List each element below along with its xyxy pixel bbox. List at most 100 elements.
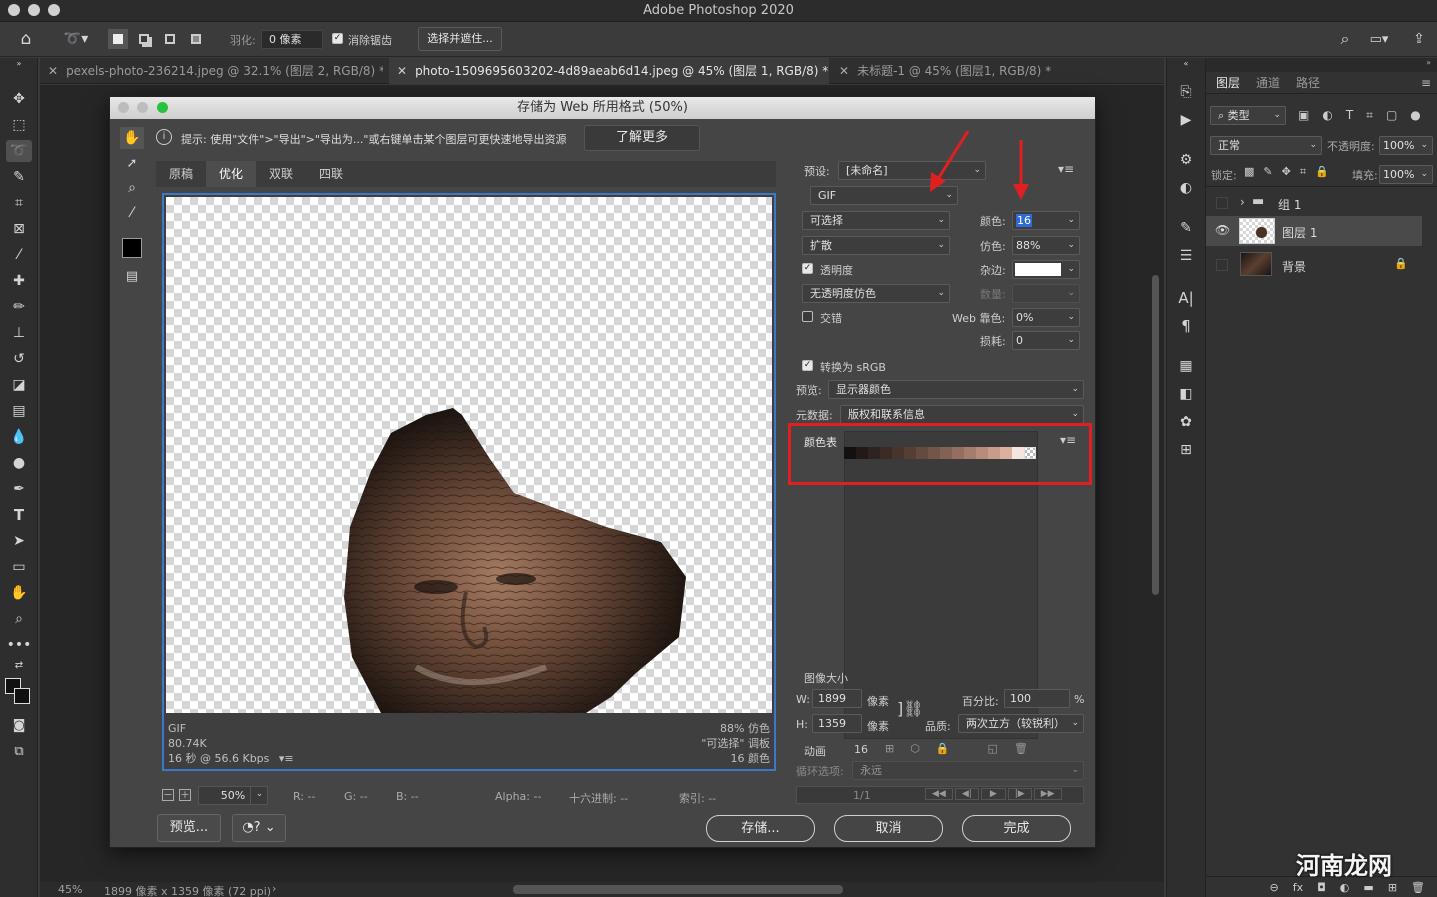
width-input[interactable]: 1899: [812, 689, 862, 708]
optimize-menu-icon[interactable]: ▾≡: [1058, 162, 1074, 176]
history-brush-tool-icon[interactable]: ↺: [6, 348, 32, 370]
first-frame-icon[interactable]: ◀◀: [925, 788, 953, 800]
toggle-slices-icon[interactable]: ▤: [120, 267, 144, 285]
collapse-toolbar-icon[interactable]: »: [4, 58, 34, 68]
interlaced-checkbox[interactable]: [802, 311, 813, 322]
blend-mode-select[interactable]: 正常 ⌄: [1210, 136, 1322, 155]
tab-optimized[interactable]: 优化: [206, 161, 256, 187]
frame-tool-icon[interactable]: ⊠: [6, 218, 32, 240]
properties-panel-icon[interactable]: ☰: [1173, 244, 1199, 268]
new-group-icon[interactable]: ▬: [1363, 881, 1373, 894]
cancel-button[interactable]: 取消: [834, 815, 943, 842]
quick-selection-tool-icon[interactable]: ✎: [6, 166, 32, 188]
fill-input[interactable]: 100% ⌄: [1379, 165, 1433, 184]
web-shift-icon[interactable]: ⊞: [885, 742, 894, 755]
matte-select[interactable]: ⌄: [1012, 260, 1080, 279]
chevron-right-icon[interactable]: ›: [272, 882, 276, 895]
new-layer-icon[interactable]: ⊞: [1388, 881, 1397, 894]
adjustment-filter-icon[interactable]: ◐: [1322, 108, 1332, 124]
preview-canvas[interactable]: [166, 197, 772, 713]
dither-algorithm-select[interactable]: 扩散 ⌄: [802, 236, 950, 255]
swap-colors-icon[interactable]: ⇄: [6, 658, 32, 672]
marquee-tool-icon[interactable]: ⬚: [6, 114, 32, 136]
eyedropper-tool-icon[interactable]: ⁄: [120, 202, 144, 224]
zoom-tool-icon[interactable]: ⌕: [6, 608, 32, 630]
fx-icon[interactable]: fx: [1293, 881, 1303, 894]
doc-tab-2[interactable]: ✕ photo-1509695603202-4d89aeab6d14.jpeg @…: [389, 58, 829, 84]
filter-toggle-icon[interactable]: ●: [1410, 108, 1420, 124]
percent-input[interactable]: 100: [1004, 689, 1070, 708]
lock-color-icon[interactable]: 🔒: [936, 742, 950, 755]
layer-row-layer-1[interactable]: 👁 图层 1: [1206, 216, 1422, 246]
healing-brush-tool-icon[interactable]: ✚: [6, 270, 32, 292]
shape-filter-icon[interactable]: ⌗: [1366, 108, 1373, 124]
background-color-swatch[interactable]: [14, 688, 30, 704]
subtract-selection-icon[interactable]: [160, 29, 180, 49]
convert-srgb-checkbox[interactable]: ✓: [802, 360, 813, 371]
tab-2-up[interactable]: 双联: [256, 161, 306, 187]
type-filter-icon[interactable]: T: [1346, 108, 1353, 124]
eyedropper-color-swatch[interactable]: [122, 238, 142, 258]
adjustment-layer-icon[interactable]: ◐: [1340, 881, 1350, 894]
history-panel-icon[interactable]: ⎘: [1173, 80, 1199, 104]
intersect-selection-icon[interactable]: [186, 29, 206, 49]
hand-tool-icon[interactable]: ✋: [120, 127, 144, 149]
slice-select-tool-icon[interactable]: ➚: [120, 152, 144, 174]
panel-menu-icon[interactable]: ≡: [1421, 76, 1431, 90]
download-speed-menu-icon[interactable]: ▾≡: [279, 752, 294, 765]
layer-name[interactable]: 组 1: [1278, 196, 1301, 213]
tab-original[interactable]: 原稿: [156, 161, 206, 187]
preview-panel[interactable]: GIF 80.74K 16 秒 @ 56.6 Kbps ▾≡ 88% 仿色 "可…: [162, 193, 776, 771]
new-color-icon[interactable]: ◱: [988, 742, 998, 755]
lock-all-icon[interactable]: 🔒: [1315, 165, 1329, 179]
blur-tool-icon[interactable]: 💧: [6, 426, 32, 448]
move-tool-icon[interactable]: ✥: [6, 88, 32, 110]
opacity-input[interactable]: 100% ⌄: [1379, 136, 1433, 155]
path-selection-tool-icon[interactable]: ➤: [6, 530, 32, 552]
image-filter-icon[interactable]: ▣: [1298, 108, 1309, 124]
zoom-dialog-button[interactable]: [157, 102, 168, 113]
web-snap-input[interactable]: 0% ⌄: [1012, 308, 1080, 327]
lasso-tool-preset-icon[interactable]: ➰▾: [58, 29, 94, 49]
chevron-right-icon[interactable]: ›: [1240, 195, 1245, 209]
quick-mask-icon[interactable]: ◙: [6, 714, 32, 736]
home-icon[interactable]: ⌂: [14, 29, 38, 49]
layer-row-group-1[interactable]: › ▬ 组 1: [1206, 188, 1422, 218]
adjustments-panel-icon[interactable]: ⚙: [1173, 148, 1199, 172]
more-tools-icon[interactable]: •••: [6, 634, 32, 656]
rectangle-tool-icon[interactable]: ▭: [6, 556, 32, 578]
share-icon[interactable]: ⇪: [1408, 29, 1430, 49]
color-panel-icon[interactable]: ◐: [1173, 176, 1199, 200]
new-selection-icon[interactable]: [108, 29, 128, 49]
play-icon[interactable]: ▶: [980, 788, 1006, 800]
zoom-tool-icon[interactable]: ⌕: [120, 177, 144, 199]
lock-position-icon[interactable]: ✥: [1282, 165, 1291, 179]
close-dialog-button[interactable]: [118, 102, 129, 113]
tab-paths[interactable]: 路径: [1296, 74, 1320, 91]
eraser-tool-icon[interactable]: ◪: [6, 374, 32, 396]
lasso-tool-icon[interactable]: ➰: [6, 140, 32, 162]
tab-layers[interactable]: 图层: [1216, 74, 1240, 91]
layer-name[interactable]: 图层 1: [1282, 224, 1317, 241]
colors-input[interactable]: 16 ⌄: [1012, 211, 1080, 230]
hand-tool-icon[interactable]: ✋: [6, 582, 32, 604]
save-button[interactable]: 存储...: [706, 815, 815, 842]
transparency-dither-select[interactable]: 无透明度仿色 ⌄: [802, 284, 950, 303]
done-button[interactable]: 完成: [962, 815, 1071, 842]
eyedropper-tool-icon[interactable]: ⁄: [6, 244, 32, 266]
lock-artboard-icon[interactable]: ⌗: [1300, 165, 1306, 179]
actions-panel-icon[interactable]: ▶: [1173, 108, 1199, 132]
transparency-checkbox[interactable]: ✓: [802, 263, 813, 274]
eye-icon[interactable]: 👁: [1215, 223, 1230, 237]
lock-transparency-icon[interactable]: ▩: [1244, 165, 1254, 179]
feather-input[interactable]: 0 像素: [261, 30, 323, 49]
metadata-select[interactable]: 版权和联系信息 ⌄: [840, 405, 1084, 424]
delete-color-icon[interactable]: 🗑: [1014, 742, 1028, 755]
next-frame-icon[interactable]: |▶: [1007, 788, 1032, 800]
brush-settings-panel-icon[interactable]: ✎: [1173, 216, 1199, 240]
brush-tool-icon[interactable]: ✏: [6, 296, 32, 318]
preview-button[interactable]: 预览...: [157, 814, 221, 842]
lossy-input[interactable]: 0 ⌄: [1012, 331, 1080, 350]
doc-tab-1[interactable]: ✕ pexels-photo-236214.jpeg @ 32.1% (图层 2,…: [40, 58, 383, 84]
paragraph-panel-icon[interactable]: ¶: [1173, 314, 1199, 338]
